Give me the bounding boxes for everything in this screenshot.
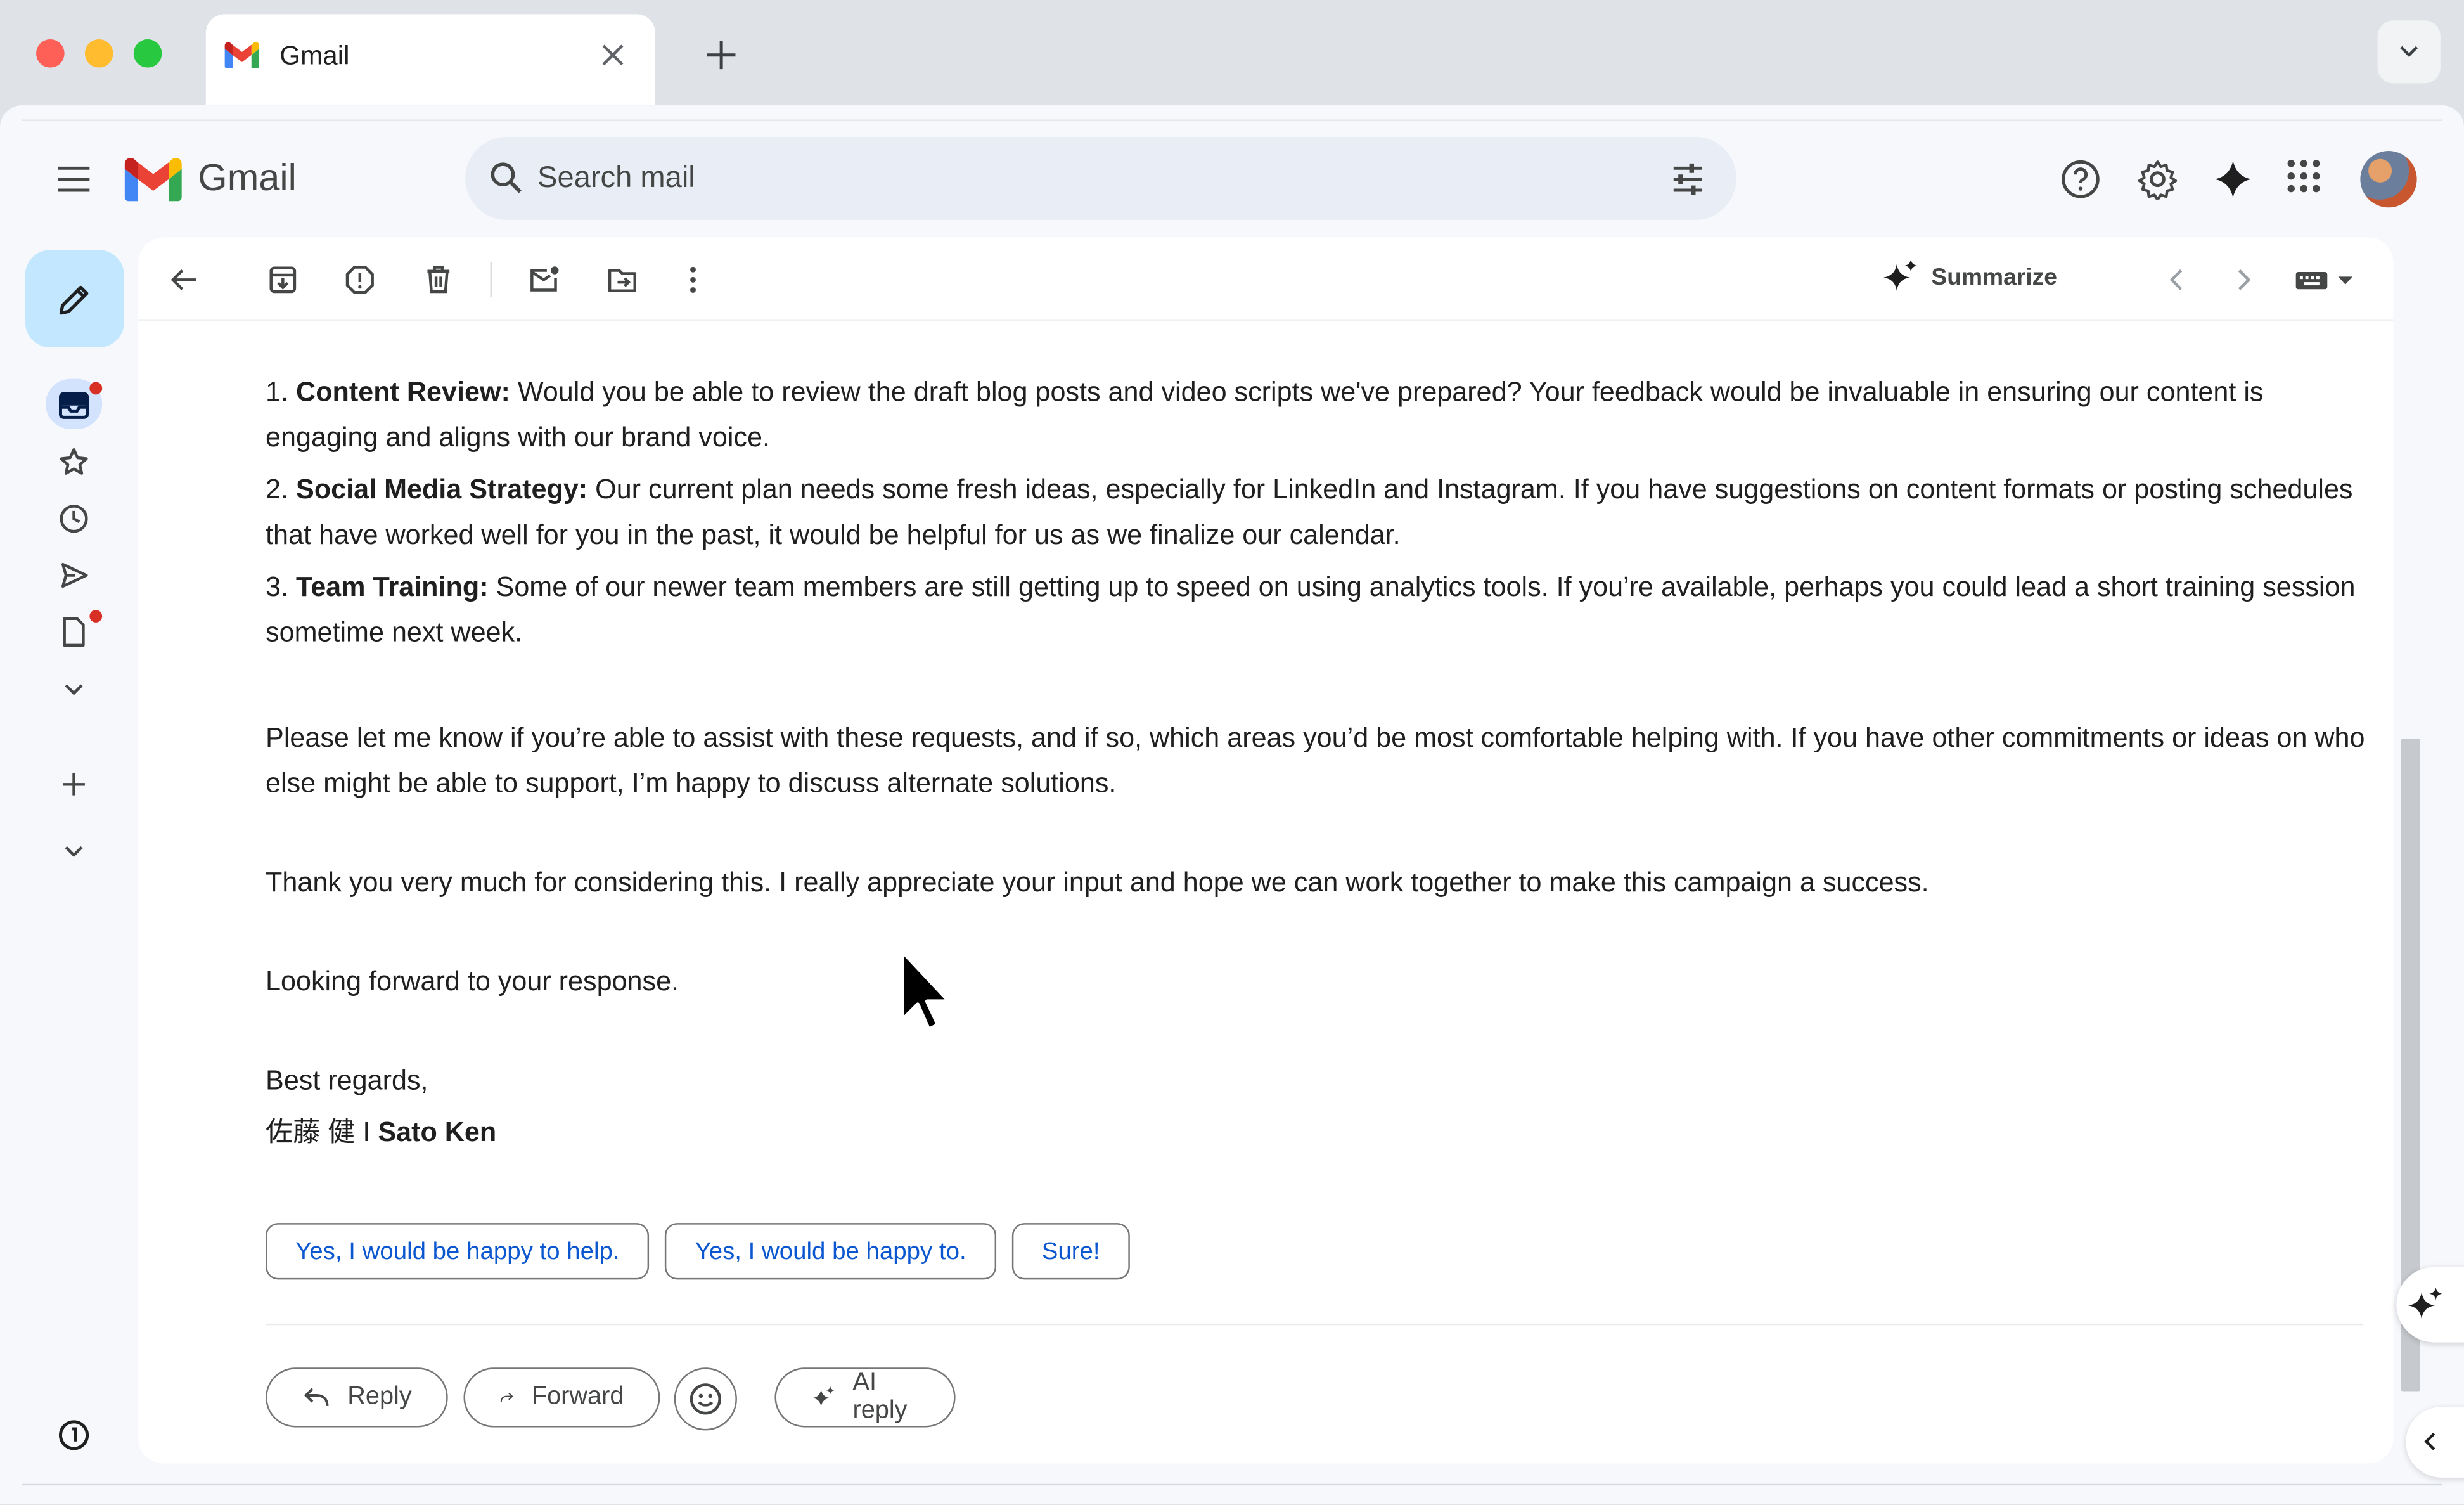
email-signature: 佐藤 健 I Sato Ken	[266, 1116, 497, 1148]
forward-arrow-icon	[500, 1392, 513, 1402]
tab-title: Gmail	[279, 41, 350, 71]
smiley-icon	[690, 1383, 721, 1415]
gmail-logo-icon[interactable]	[124, 157, 183, 209]
window-close-button[interactable]	[36, 39, 65, 68]
request-item: 3. Team Training: Some of our newer team…	[266, 571, 2356, 648]
smart-reply-chip[interactable]: Sure!	[1011, 1223, 1130, 1280]
sparkle-icon	[1883, 259, 1918, 291]
mouse-cursor-icon	[900, 949, 951, 1032]
request-item: 1. Content Review: Would you be able to …	[266, 375, 2264, 453]
forward-button[interactable]: Forward	[463, 1367, 660, 1428]
chevron-left-icon	[2424, 1432, 2435, 1450]
inbox-icon[interactable]	[56, 388, 91, 423]
inbox-notification-dot	[89, 382, 103, 395]
compose-button[interactable]	[25, 250, 124, 347]
sparkle-icon	[812, 1386, 835, 1407]
reply-button[interactable]: Reply	[266, 1367, 448, 1428]
older-chevron-right-icon[interactable]	[2228, 262, 2260, 305]
drafts-notification-dot	[89, 610, 103, 623]
gmail-favicon-icon	[224, 41, 260, 77]
gmail-wordmark: Gmail	[198, 157, 297, 200]
settings-gear-icon[interactable]	[2137, 158, 2178, 207]
email-paragraph: Looking forward to your response.	[266, 965, 679, 997]
input-tools-keyboard-icon[interactable]	[2294, 262, 2357, 305]
close-tab-icon[interactable]	[599, 41, 627, 77]
pencil-icon	[59, 285, 89, 315]
ai-reply-button[interactable]: AI reply	[774, 1367, 956, 1428]
help-icon[interactable]	[2060, 158, 2101, 207]
snoozed-clock-icon[interactable]	[56, 501, 91, 536]
more-options-icon[interactable]	[676, 262, 710, 305]
window-minimize-button[interactable]	[84, 39, 113, 68]
email-body: 1. Content Review: Would you be able to …	[266, 370, 2371, 1156]
window-zoom-button[interactable]	[133, 39, 162, 68]
sent-icon[interactable]	[56, 558, 91, 593]
labels-chevron-down-icon[interactable]	[56, 833, 91, 868]
email-closing: Best regards,	[266, 1064, 428, 1096]
summarize-label: Summarize	[1931, 263, 2057, 290]
search-options-icon[interactable]	[1669, 160, 1707, 206]
request-item: 2. Social Media Strategy: Our current pl…	[266, 473, 2353, 550]
sparkle-icon	[2408, 1287, 2442, 1319]
back-arrow-icon[interactable]	[167, 262, 202, 305]
email-paragraph: Please let me know if you’re able to ass…	[266, 721, 2365, 799]
storage-info-icon[interactable]	[56, 1418, 91, 1453]
new-tab-icon[interactable]	[701, 35, 741, 84]
reply-arrow-icon	[304, 1388, 329, 1406]
email-pane: Summarize 1. Content Review: Would you b…	[138, 237, 2394, 1464]
starred-icon[interactable]	[56, 445, 91, 480]
apps-grid-icon[interactable]	[2287, 158, 2321, 201]
account-avatar[interactable]	[2360, 151, 2417, 208]
emoji-reaction-button[interactable]	[674, 1367, 737, 1431]
smart-reply-chip[interactable]: Yes, I would be happy to.	[665, 1223, 996, 1280]
more-labels-chevron-down-icon[interactable]	[56, 671, 91, 706]
delete-trash-icon[interactable]	[421, 262, 456, 305]
create-label-plus-icon[interactable]	[56, 767, 91, 802]
drafts-icon[interactable]	[56, 615, 91, 650]
main-menu-icon[interactable]	[55, 160, 93, 206]
tab-search-button[interactable]	[2377, 20, 2441, 84]
gemini-sparkle-icon[interactable]	[2212, 158, 2253, 207]
search-input[interactable]	[537, 160, 1607, 198]
report-spam-icon[interactable]	[343, 262, 378, 305]
chevron-down-icon	[2400, 46, 2418, 57]
archive-icon[interactable]	[266, 262, 300, 305]
move-to-icon[interactable]	[605, 262, 640, 305]
gemini-side-panel-button[interactable]	[2396, 1267, 2464, 1343]
newer-chevron-left-icon[interactable]	[2160, 262, 2192, 305]
gmail-window: Gmail Search mail Summarize 1. Content R…	[0, 105, 2464, 1504]
email-paragraph: Thank you very much for considering this…	[266, 866, 1929, 898]
search-icon[interactable]	[489, 160, 523, 203]
summarize-button[interactable]: Summarize	[1881, 258, 2057, 296]
search-bar[interactable]	[465, 136, 1736, 221]
mark-unread-icon[interactable]	[527, 262, 561, 305]
browser-tab[interactable]: Gmail	[205, 14, 655, 106]
smart-reply-chip[interactable]: Yes, I would be happy to help.	[266, 1223, 650, 1280]
smart-replies: Yes, I would be happy to help. Yes, I wo…	[266, 1223, 1130, 1280]
